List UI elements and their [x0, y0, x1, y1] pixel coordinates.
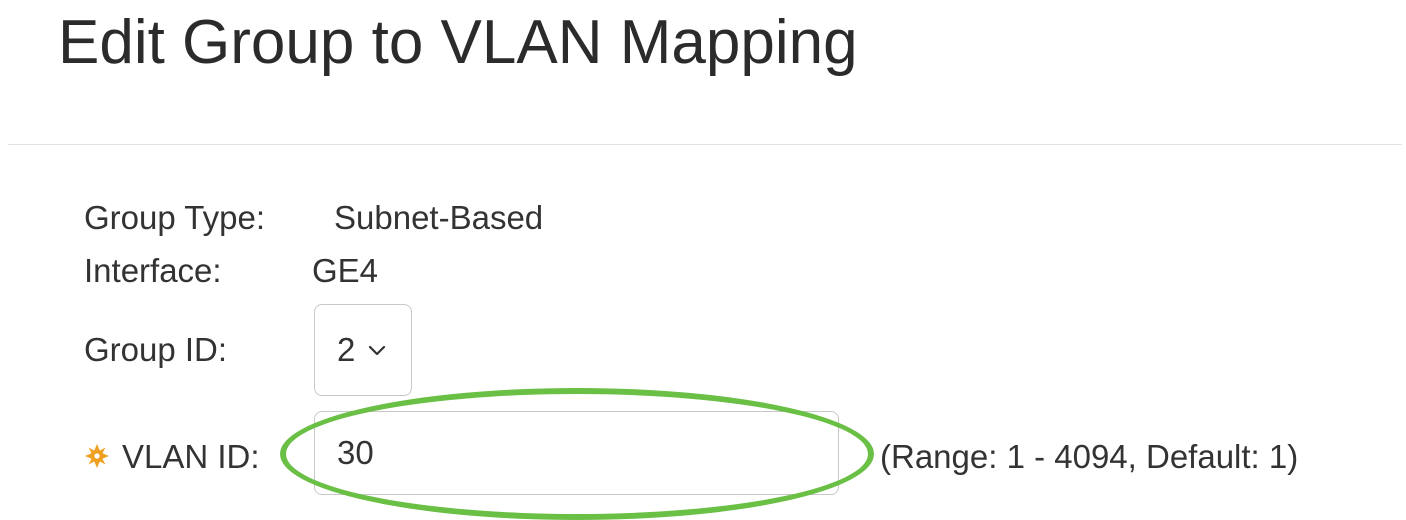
vlan-id-range-hint: (Range: 1 - 4094, Default: 1)	[880, 438, 1299, 475]
interface-label: Interface:	[84, 252, 222, 289]
group-id-label: Group ID:	[84, 331, 228, 368]
vlan-id-input[interactable]	[314, 411, 839, 495]
interface-value: GE4	[312, 252, 379, 289]
group-type-label: Group Type:	[84, 199, 266, 236]
group-id-selected-value: 2	[337, 331, 356, 368]
header-divider	[8, 144, 1402, 145]
group-id-select[interactable]: 2	[314, 304, 412, 396]
chevron-down-icon	[369, 345, 386, 356]
page-title: Edit Group to VLAN Mapping	[58, 8, 858, 77]
group-type-value: Subnet-Based	[334, 199, 544, 236]
required-asterisk-icon	[85, 444, 109, 468]
vlan-id-label: VLAN ID:	[122, 438, 260, 475]
